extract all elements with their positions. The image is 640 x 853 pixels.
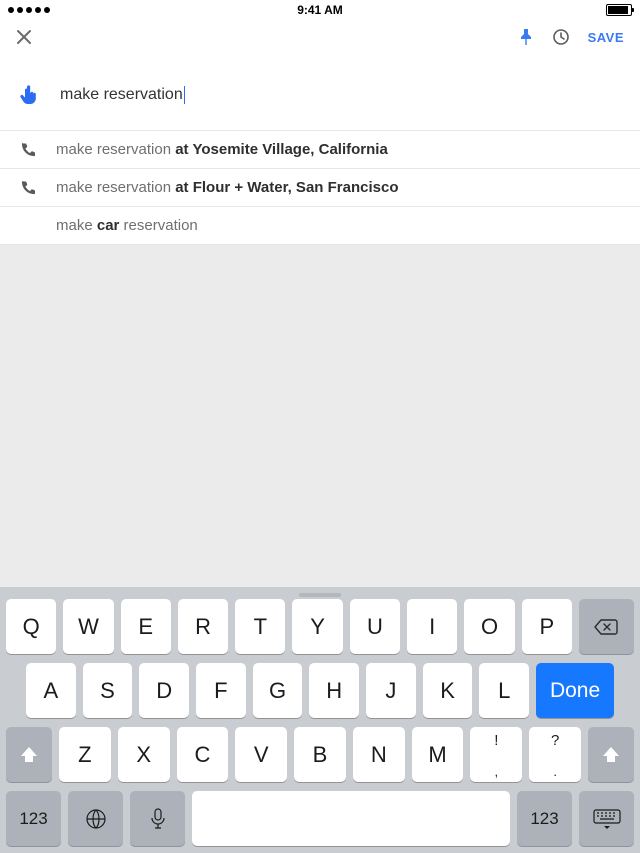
suggestion-list: make reservation at Yosemite Village, Ca…: [0, 130, 640, 245]
history-icon[interactable]: [552, 28, 570, 46]
key-f[interactable]: F: [196, 663, 246, 718]
key-j[interactable]: J: [366, 663, 416, 718]
key-z[interactable]: Z: [59, 727, 111, 782]
suggestion-text: make reservation at Yosemite Village, Ca…: [56, 141, 388, 158]
phone-icon: [18, 180, 38, 196]
key-q[interactable]: Q: [6, 599, 56, 654]
battery-icon: [606, 4, 632, 16]
suggestion-item[interactable]: make car reservation: [0, 206, 640, 245]
text-cursor: [184, 86, 185, 104]
key-n[interactable]: N: [353, 727, 405, 782]
key-v[interactable]: V: [235, 727, 287, 782]
status-time: 9:41 AM: [297, 3, 343, 17]
shift-key[interactable]: [588, 727, 634, 782]
period-key[interactable]: ?.: [529, 727, 581, 782]
search-row: make reservation: [0, 54, 640, 130]
suggestion-item[interactable]: make reservation at Flour + Water, San F…: [0, 168, 640, 206]
close-icon[interactable]: [16, 29, 32, 45]
key-i[interactable]: I: [407, 599, 457, 654]
dictation-key[interactable]: [130, 791, 185, 846]
key-e[interactable]: E: [121, 599, 171, 654]
content-area: [0, 245, 640, 587]
key-x[interactable]: X: [118, 727, 170, 782]
key-g[interactable]: G: [253, 663, 303, 718]
keyboard: QWERTYUIOP ASDFGHJKLDone ZXCVBNM!,?. 123…: [0, 587, 640, 853]
header-bar: SAVE: [0, 20, 640, 54]
key-p[interactable]: P: [522, 599, 572, 654]
pin-icon[interactable]: [518, 28, 534, 46]
touch-icon: [18, 84, 38, 106]
key-m[interactable]: M: [412, 727, 464, 782]
suggestion-item[interactable]: make reservation at Yosemite Village, Ca…: [0, 130, 640, 168]
key-c[interactable]: C: [177, 727, 229, 782]
suggestion-text: make reservation at Flour + Water, San F…: [56, 179, 398, 196]
key-d[interactable]: D: [139, 663, 189, 718]
key-u[interactable]: U: [350, 599, 400, 654]
numbers-key[interactable]: 123: [517, 791, 572, 846]
key-b[interactable]: B: [294, 727, 346, 782]
comma-key[interactable]: !,: [470, 727, 522, 782]
phone-icon: [18, 142, 38, 158]
signal-dots: [8, 7, 50, 13]
key-y[interactable]: Y: [292, 599, 342, 654]
backspace-key[interactable]: [579, 599, 634, 654]
search-input-text: make reservation: [60, 86, 183, 104]
numbers-key[interactable]: 123: [6, 791, 61, 846]
done-key[interactable]: Done: [536, 663, 614, 718]
suggestion-text: make car reservation: [56, 217, 198, 234]
key-a[interactable]: A: [26, 663, 76, 718]
key-h[interactable]: H: [309, 663, 359, 718]
key-r[interactable]: R: [178, 599, 228, 654]
globe-key[interactable]: [68, 791, 123, 846]
space-key[interactable]: [192, 791, 510, 846]
key-k[interactable]: K: [423, 663, 473, 718]
status-bar: 9:41 AM: [0, 0, 640, 20]
hide-keyboard-key[interactable]: [579, 791, 634, 846]
save-button[interactable]: SAVE: [588, 30, 624, 45]
shift-key[interactable]: [6, 727, 52, 782]
key-s[interactable]: S: [83, 663, 133, 718]
key-t[interactable]: T: [235, 599, 285, 654]
key-l[interactable]: L: [479, 663, 529, 718]
key-o[interactable]: O: [464, 599, 514, 654]
keyboard-handle[interactable]: [0, 587, 640, 599]
search-input[interactable]: make reservation: [60, 86, 185, 104]
key-w[interactable]: W: [63, 599, 113, 654]
